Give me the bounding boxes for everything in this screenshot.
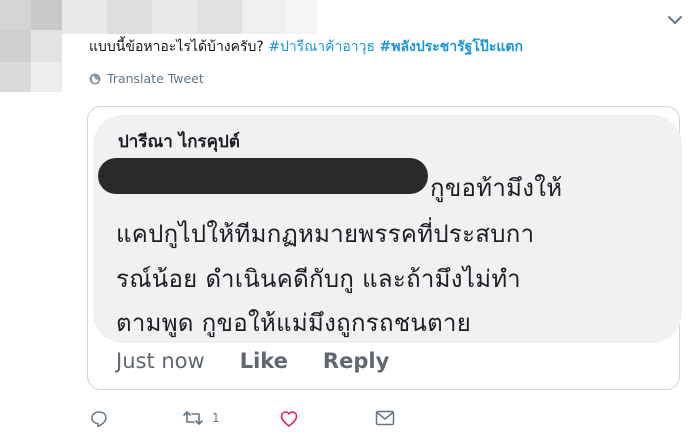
translate-label: Translate Tweet xyxy=(107,71,204,86)
comment-reply-link: Reply xyxy=(322,349,390,373)
avatar[interactable] xyxy=(0,0,62,92)
translate-tweet-link[interactable]: Translate Tweet xyxy=(89,71,204,86)
comment-actions: Just now Like Reply xyxy=(116,349,424,373)
chevron-down-icon[interactable] xyxy=(667,14,683,26)
reply-button[interactable] xyxy=(90,410,108,428)
tweet-action-bar: 1 xyxy=(0,398,700,438)
globe-icon xyxy=(89,73,101,84)
comment-like-link: Like xyxy=(239,349,288,373)
tweet: แบบนี้ข้อหาอะไรได้บ้างครับ? #ปารีณาค้าอา… xyxy=(0,0,700,447)
user-name-blurred xyxy=(62,0,317,34)
comment-line: ตามพูด กูขอให้แม่มึงถูกรถชนตาย xyxy=(116,309,472,337)
comment-line: แคปกูไปให้ทีมกฏหมายพรรคที่ประสบกา xyxy=(116,220,535,248)
like-button[interactable] xyxy=(280,410,298,428)
hashtag-link[interactable]: #พลังประชารัฐโป๊ะแตก xyxy=(380,39,523,55)
heart-icon xyxy=(280,411,298,427)
comment-line: รณ์น้อย ดำเนินคดีกับกู และถ้ามึงไม่ทำ xyxy=(116,265,521,293)
reply-icon xyxy=(91,411,107,428)
comment-author: ปารีณา ไกรคุปต์ xyxy=(118,132,240,152)
comment-line: กูขอท้ามึงให้ xyxy=(430,174,563,202)
mail-icon xyxy=(375,410,395,426)
retweet-icon xyxy=(183,411,203,425)
retweet-count: 1 xyxy=(212,411,220,425)
retweet-button[interactable]: 1 xyxy=(182,410,220,426)
redaction-bar xyxy=(98,158,428,194)
tweet-text-plain: แบบนี้ข้อหาอะไรได้บ้างครับ? xyxy=(89,39,264,55)
comment-time: Just now xyxy=(116,349,205,373)
tweet-text: แบบนี้ข้อหาอะไรได้บ้างครับ? #ปารีณาค้าอา… xyxy=(89,36,523,58)
hashtag-link[interactable]: #ปารีณาค้าอาวุธ xyxy=(268,39,375,55)
direct-message-button[interactable] xyxy=(375,410,395,426)
